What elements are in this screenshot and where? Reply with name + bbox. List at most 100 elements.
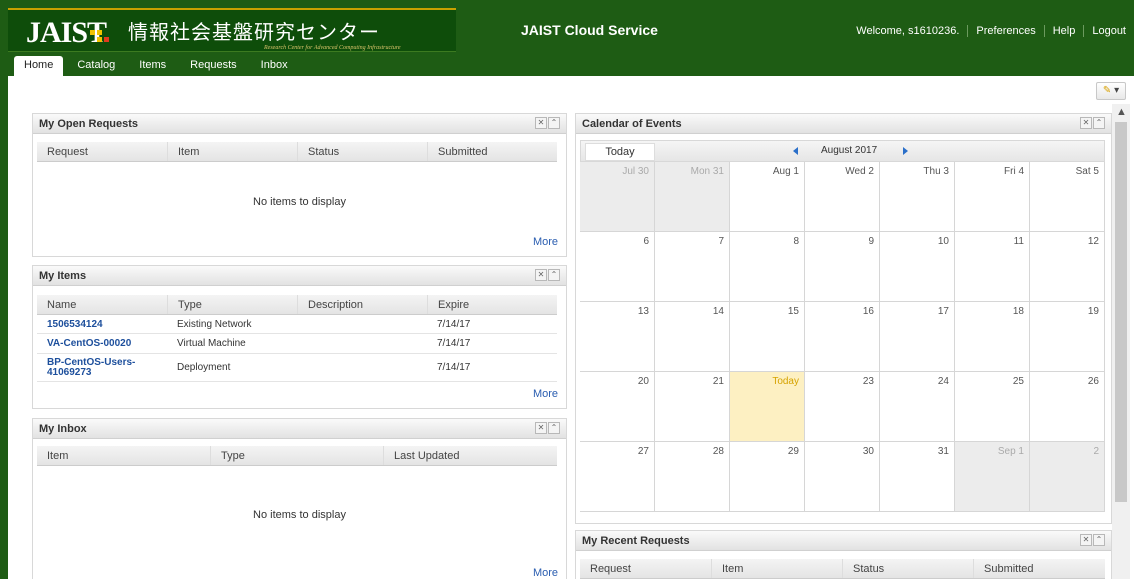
col-submitted[interactable]: Submitted	[427, 142, 557, 161]
calendar-day-cell[interactable]: 19	[1030, 302, 1105, 372]
col-submitted[interactable]: Submitted	[973, 559, 1105, 578]
my-items-portlet: My Items ✕ ⌃ Name Type Description Expir…	[32, 265, 567, 409]
calendar-day-cell[interactable]: Fri 4	[955, 162, 1030, 232]
calendar-day-cell[interactable]: 15	[730, 302, 805, 372]
item-name-link[interactable]: VA-CentOS-00020	[37, 338, 167, 349]
col-type[interactable]: Type	[167, 295, 297, 314]
more-link[interactable]: More	[533, 388, 558, 400]
calendar-day-cell[interactable]: 21	[655, 372, 730, 442]
col-request[interactable]: Request	[37, 142, 167, 161]
jaist-logo[interactable]: JAIST 情報社会基盤研究センター Research Center for A…	[8, 8, 456, 52]
tab-catalog[interactable]: Catalog	[67, 56, 125, 76]
help-link[interactable]: Help	[1043, 25, 1084, 37]
scroll-thumb[interactable]	[1115, 122, 1127, 502]
tab-home[interactable]: Home	[14, 56, 64, 76]
calendar-day-cell[interactable]: 25	[955, 372, 1030, 442]
col-type[interactable]: Type	[210, 446, 383, 465]
col-expire[interactable]: Expire	[427, 295, 557, 314]
tab-requests[interactable]: Requests	[180, 56, 246, 76]
calendar-day-cell[interactable]: Mon 31	[655, 162, 730, 232]
calendar-day-cell[interactable]: Sep 1	[955, 442, 1030, 512]
main-tabs: Home Catalog Items Requests Inbox	[14, 56, 302, 76]
collapse-icon[interactable]: ⌃	[1093, 534, 1105, 546]
table-row[interactable]: VA-CentOS-00020 Virtual Machine 7/14/17	[37, 334, 557, 354]
table-row[interactable]: 1506534124 Existing Network 7/14/17	[37, 316, 557, 334]
table-row[interactable]: BP-CentOS-Users-41069273 Deployment 7/14…	[37, 354, 557, 382]
portlet-title: My Open Requests	[39, 118, 139, 130]
tab-items[interactable]: Items	[129, 56, 176, 76]
tab-inbox[interactable]: Inbox	[251, 56, 298, 76]
recent-requests-portlet: My Recent Requests ✕ ⌃ Request Item Stat…	[575, 530, 1112, 579]
calendar-day-cell[interactable]: 12	[1030, 232, 1105, 302]
calendar-day-cell[interactable]: 8	[730, 232, 805, 302]
item-name-link[interactable]: BP-CentOS-Users-41069273	[37, 357, 167, 378]
page-scrollbar[interactable]: ▲	[1112, 104, 1130, 579]
calendar-month-label: August 2017	[821, 145, 878, 156]
calendar-toolbar: Today August 2017	[580, 140, 1105, 162]
collapse-icon[interactable]: ⌃	[548, 269, 560, 281]
item-name-link[interactable]: 1506534124	[37, 319, 167, 330]
col-description[interactable]: Description	[297, 295, 427, 314]
calendar-portlet: Calendar of Events ✕ ⌃ Today August 2017…	[575, 113, 1112, 524]
inbox-portlet: My Inbox ✕ ⌃ Item Type Last Updated No i…	[32, 418, 567, 579]
col-status[interactable]: Status	[297, 142, 427, 161]
table-header: Name Type Description Expire	[37, 295, 557, 315]
preferences-link[interactable]: Preferences	[967, 25, 1043, 37]
left-edge-bar	[0, 76, 8, 579]
calendar-day-cell[interactable]: 17	[880, 302, 955, 372]
calendar-day-cell[interactable]: 29	[730, 442, 805, 512]
page-edit-menu-button[interactable]: ✎ ▾	[1096, 82, 1126, 100]
close-icon[interactable]: ✕	[1080, 117, 1092, 129]
calendar-day-cell[interactable]: 9	[805, 232, 880, 302]
calendar-day-cell[interactable]: 14	[655, 302, 730, 372]
item-type: Deployment	[177, 362, 231, 373]
calendar-day-cell[interactable]: 16	[805, 302, 880, 372]
portlet-title: My Recent Requests	[582, 535, 690, 547]
calendar-day-cell[interactable]: 20	[580, 372, 655, 442]
calendar-day-cell[interactable]: Thu 3	[880, 162, 955, 232]
next-month-icon[interactable]	[903, 147, 908, 155]
col-request[interactable]: Request	[580, 559, 711, 578]
col-last-updated[interactable]: Last Updated	[383, 446, 557, 465]
col-status[interactable]: Status	[842, 559, 973, 578]
more-link[interactable]: More	[533, 236, 558, 248]
close-icon[interactable]: ✕	[535, 422, 547, 434]
calendar-day-cell[interactable]: 18	[955, 302, 1030, 372]
welcome-text: Welcome, s1610236.	[856, 25, 960, 37]
col-item[interactable]: Item	[167, 142, 297, 161]
scroll-up-icon[interactable]: ▲	[1116, 106, 1127, 118]
calendar-day-cell[interactable]: Today	[730, 372, 805, 442]
calendar-day-cell[interactable]: 7	[655, 232, 730, 302]
collapse-icon[interactable]: ⌃	[548, 117, 560, 129]
calendar-day-cell[interactable]: Sat 5	[1030, 162, 1105, 232]
collapse-icon[interactable]: ⌃	[1093, 117, 1105, 129]
close-icon[interactable]: ✕	[1080, 534, 1092, 546]
close-icon[interactable]: ✕	[535, 117, 547, 129]
collapse-icon[interactable]: ⌃	[548, 422, 560, 434]
portlet-header: My Inbox ✕ ⌃	[33, 419, 566, 439]
calendar-day-cell[interactable]: Wed 2	[805, 162, 880, 232]
col-item[interactable]: Item	[37, 446, 210, 465]
calendar-day-cell[interactable]: 30	[805, 442, 880, 512]
more-link[interactable]: More	[533, 567, 558, 579]
close-icon[interactable]: ✕	[535, 269, 547, 281]
calendar-today-button[interactable]: Today	[585, 143, 655, 161]
calendar-day-cell[interactable]: 10	[880, 232, 955, 302]
calendar-day-cell[interactable]: 31	[880, 442, 955, 512]
calendar-day-cell[interactable]: 23	[805, 372, 880, 442]
calendar-day-cell[interactable]: 27	[580, 442, 655, 512]
calendar-day-cell[interactable]: 2	[1030, 442, 1105, 512]
calendar-day-cell[interactable]: 13	[580, 302, 655, 372]
calendar-day-cell[interactable]: 26	[1030, 372, 1105, 442]
col-name[interactable]: Name	[37, 295, 167, 314]
calendar-day-cell[interactable]: 28	[655, 442, 730, 512]
logout-link[interactable]: Logout	[1083, 25, 1134, 37]
prev-month-icon[interactable]	[793, 147, 798, 155]
calendar-day-cell[interactable]: 24	[880, 372, 955, 442]
item-type: Existing Network	[177, 319, 252, 330]
calendar-day-cell[interactable]: 6	[580, 232, 655, 302]
calendar-day-cell[interactable]: Aug 1	[730, 162, 805, 232]
calendar-day-cell[interactable]: Jul 30	[580, 162, 655, 232]
calendar-day-cell[interactable]: 11	[955, 232, 1030, 302]
col-item[interactable]: Item	[711, 559, 842, 578]
